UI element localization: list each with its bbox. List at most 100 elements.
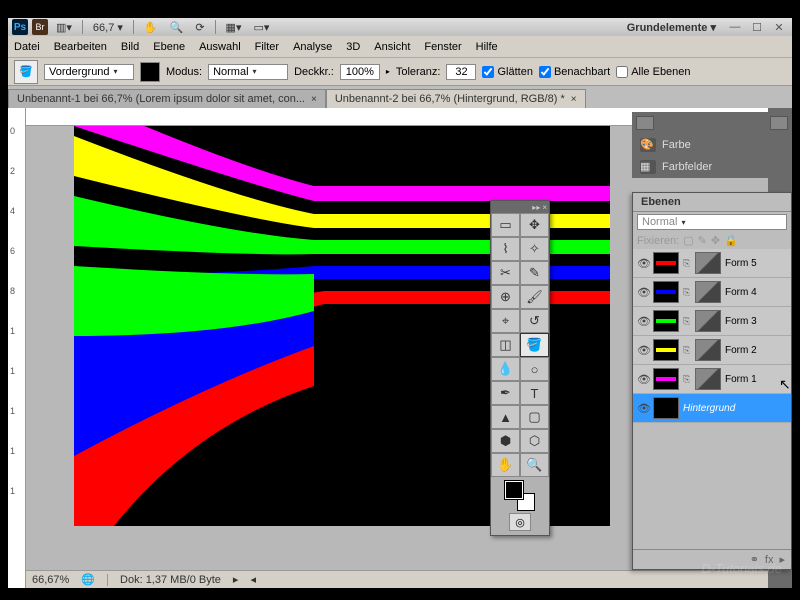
layer-row[interactable]: 👁⎘Form 3 bbox=[633, 307, 791, 336]
maximize-icon[interactable]: ☐ bbox=[750, 20, 764, 34]
status-globe-icon[interactable]: 🌐 bbox=[81, 573, 95, 586]
workspace-selector[interactable]: Grundelemente ▾ bbox=[621, 21, 722, 34]
mask-thumb[interactable] bbox=[695, 310, 721, 332]
tolerance-input[interactable]: 32 bbox=[446, 64, 476, 80]
zoom-tool-icon[interactable]: 🔍 bbox=[520, 453, 549, 477]
visibility-icon[interactable]: 👁 bbox=[637, 286, 649, 298]
link-icon[interactable]: ⎘ bbox=[683, 316, 691, 327]
panel-icon[interactable] bbox=[770, 116, 788, 130]
layer-row-background[interactable]: 👁Hintergrund bbox=[633, 394, 791, 423]
layer-row[interactable]: 👁⎘Form 5 bbox=[633, 249, 791, 278]
hand-tool-icon[interactable]: ✋ bbox=[140, 19, 162, 36]
lasso-tool-icon[interactable]: ⌇ bbox=[491, 237, 520, 261]
mask-thumb[interactable] bbox=[695, 368, 721, 390]
close-icon[interactable]: × bbox=[571, 94, 577, 105]
farbfelder-panel-toggle[interactable]: ▦Farbfelder bbox=[632, 156, 792, 178]
arrange-menu-icon[interactable]: ▦▾ bbox=[222, 19, 246, 36]
blur-tool-icon[interactable]: 💧 bbox=[491, 357, 520, 381]
status-doc-size[interactable]: Dok: 1,37 MB/0 Byte bbox=[120, 574, 221, 586]
doc-tab-2[interactable]: Unbenannt-2 bei 66,7% (Hintergrund, RGB/… bbox=[326, 89, 586, 108]
close-icon[interactable]: ✕ bbox=[772, 20, 786, 34]
bucket-tool-icon[interactable]: 🪣 bbox=[14, 60, 38, 84]
menu-auswahl[interactable]: Auswahl bbox=[199, 41, 241, 53]
panel-icon[interactable] bbox=[636, 116, 654, 130]
layer-row[interactable]: 👁⎘Form 1 bbox=[633, 365, 791, 394]
3d-camera-icon[interactable]: ⬡ bbox=[520, 429, 549, 453]
mask-thumb[interactable] bbox=[695, 339, 721, 361]
ruler-vertical[interactable]: 0 2 4 6 8 1 1 1 1 1 bbox=[8, 108, 26, 588]
fx-icon[interactable]: fx bbox=[765, 554, 774, 566]
layer-row[interactable]: 👁⎘Form 2 bbox=[633, 336, 791, 365]
foreground-color-swatch[interactable] bbox=[505, 481, 523, 499]
status-zoom[interactable]: 66,67% bbox=[32, 574, 69, 586]
lock-brush-icon[interactable]: ✎ bbox=[698, 234, 707, 247]
close-icon[interactable]: × bbox=[542, 203, 547, 212]
opacity-input[interactable]: 100% bbox=[340, 64, 380, 80]
pen-tool-icon[interactable]: ✒ bbox=[491, 381, 520, 405]
screen-mode-icon[interactable]: ▭▾ bbox=[249, 19, 273, 36]
history-brush-icon[interactable]: ↺ bbox=[520, 309, 549, 333]
bucket-tool-icon[interactable]: 🪣 bbox=[520, 333, 549, 357]
layers-tab[interactable]: Ebenen bbox=[633, 193, 791, 212]
menu-ebene[interactable]: Ebene bbox=[153, 41, 185, 53]
menu-ansicht[interactable]: Ansicht bbox=[374, 41, 410, 53]
lock-all-icon[interactable]: 🔒 bbox=[724, 234, 738, 247]
move-tool-icon[interactable]: ✥ bbox=[520, 213, 549, 237]
ps-icon[interactable]: Ps bbox=[12, 19, 28, 35]
antialias-checkbox[interactable]: Glätten bbox=[482, 66, 532, 78]
crop-tool-icon[interactable]: ✂ bbox=[491, 261, 520, 285]
3d-tool-icon[interactable]: ⬢ bbox=[491, 429, 520, 453]
mask-thumb[interactable] bbox=[695, 252, 721, 274]
visibility-icon[interactable]: 👁 bbox=[637, 257, 649, 269]
layers-panel[interactable]: Ebenen Normal Fixieren:▢✎✥🔒 👁⎘Form 5 👁⎘F… bbox=[632, 192, 792, 570]
hand-tool-icon[interactable]: ✋ bbox=[491, 453, 520, 477]
all-layers-checkbox[interactable]: Alle Ebenen bbox=[616, 66, 690, 78]
lock-move-icon[interactable]: ✥ bbox=[711, 234, 720, 247]
link-icon[interactable]: ⎘ bbox=[683, 258, 691, 269]
marquee-tool-icon[interactable]: ▭ bbox=[491, 213, 520, 237]
menu-datei[interactable]: Datei bbox=[14, 41, 40, 53]
visibility-icon[interactable]: 👁 bbox=[637, 344, 649, 356]
blend-mode-select[interactable]: Normal bbox=[637, 214, 787, 230]
link-icon[interactable]: ⎘ bbox=[683, 287, 691, 298]
quickmask-icon[interactable]: ◎ bbox=[509, 513, 531, 531]
stamp-tool-icon[interactable]: ⌖ bbox=[491, 309, 520, 333]
layout-menu-icon[interactable]: ▥▾ bbox=[52, 19, 76, 36]
wand-tool-icon[interactable]: ✧ bbox=[520, 237, 549, 261]
tools-panel[interactable]: ▸▸× ▭ ✥ ⌇ ✧ ✂ ✎ ⊕ 🖌 ⌖ ↺ ◫ 🪣 💧 ○ ✒ T ▲ ▢ … bbox=[490, 200, 550, 536]
collapse-icon[interactable]: ▸▸ bbox=[532, 203, 540, 212]
close-icon[interactable]: × bbox=[311, 94, 317, 105]
link-icon[interactable]: ⎘ bbox=[683, 345, 691, 356]
contiguous-checkbox[interactable]: Benachbart bbox=[539, 66, 610, 78]
bridge-icon[interactable]: Br bbox=[32, 19, 48, 35]
layer-row[interactable]: 👁⎘Form 4 bbox=[633, 278, 791, 307]
rotate-view-icon[interactable]: ⟳ bbox=[191, 19, 208, 36]
shape-tool-icon[interactable]: ▢ bbox=[520, 405, 549, 429]
visibility-icon[interactable]: 👁 bbox=[637, 402, 649, 414]
zoom-tool-icon[interactable]: 🔍 bbox=[166, 19, 188, 36]
path-select-icon[interactable]: ▲ bbox=[491, 405, 520, 429]
menu-filter[interactable]: Filter bbox=[255, 41, 279, 53]
scroll-left-icon[interactable]: ◂ bbox=[250, 573, 256, 586]
brush-tool-icon[interactable]: 🖌 bbox=[520, 285, 549, 309]
mask-thumb[interactable] bbox=[695, 281, 721, 303]
blend-mode-select[interactable]: Normal bbox=[208, 64, 288, 80]
chevron-right-icon[interactable]: ▸ bbox=[779, 553, 785, 566]
menu-fenster[interactable]: Fenster bbox=[424, 41, 461, 53]
minimize-icon[interactable]: — bbox=[728, 20, 742, 34]
eraser-tool-icon[interactable]: ◫ bbox=[491, 333, 520, 357]
eyedropper-tool-icon[interactable]: ✎ bbox=[520, 261, 549, 285]
menu-3d[interactable]: 3D bbox=[346, 41, 360, 53]
doc-tab-1[interactable]: Unbenannt-1 bei 66,7% (Lorem ipsum dolor… bbox=[8, 89, 326, 108]
zoom-value[interactable]: 66,7 ▾ bbox=[89, 19, 127, 36]
visibility-icon[interactable]: 👁 bbox=[637, 373, 649, 385]
dodge-tool-icon[interactable]: ○ bbox=[520, 357, 549, 381]
lock-pixels-icon[interactable]: ▢ bbox=[683, 234, 693, 247]
farbe-panel-toggle[interactable]: 🎨Farbe bbox=[632, 134, 792, 156]
link-icon[interactable]: ⎘ bbox=[683, 374, 691, 385]
type-tool-icon[interactable]: T bbox=[520, 381, 549, 405]
pattern-swatch[interactable] bbox=[140, 62, 160, 82]
visibility-icon[interactable]: 👁 bbox=[637, 315, 649, 327]
healing-tool-icon[interactable]: ⊕ bbox=[491, 285, 520, 309]
menu-bearbeiten[interactable]: Bearbeiten bbox=[54, 41, 107, 53]
